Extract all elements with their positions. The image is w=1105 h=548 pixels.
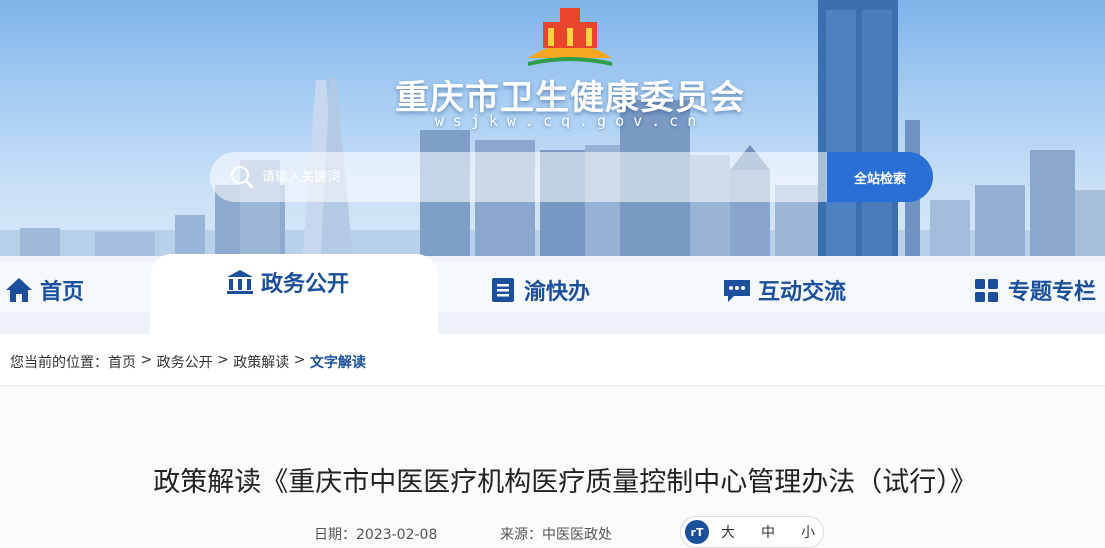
article-title: 政策解读《重庆市中医医疗机构医疗质量控制中心管理办法（试行）》 (153, 467, 977, 498)
article-date: 日期：2023-02-08 (314, 527, 438, 543)
home-icon (6, 278, 32, 302)
breadcrumb-separator: > (136, 352, 157, 368)
nav-item-gov-affairs[interactable]: 政务公开 (225, 260, 349, 304)
breadcrumb-item-policy-interpretation[interactable]: 政策解读 (233, 352, 289, 372)
breadcrumb-item-home[interactable]: 首页 (108, 352, 136, 372)
breadcrumb-item-text-interpretation[interactable]: 文字解读 (310, 352, 366, 372)
nav-item-interaction[interactable]: 互动交流 (722, 268, 846, 312)
font-size-switcher: rT 大 中 小 (680, 516, 824, 548)
chat-icon (724, 280, 750, 302)
font-size-medium-button[interactable]: 中 (761, 522, 775, 542)
search-button[interactable]: 全站检索 (827, 152, 933, 202)
nav-item-label: 互动交流 (758, 280, 847, 305)
breadcrumb: 您当前的位置： 首页 > 政务公开 > 政策解读 > 文字解读 (10, 352, 366, 372)
breadcrumb-item-gov-affairs[interactable]: 政务公开 (157, 352, 213, 372)
nav-item-home[interactable]: 首页 (4, 268, 84, 312)
font-size-large-button[interactable]: 大 (721, 522, 735, 542)
nav-item-yukuaiban[interactable]: 渝快办 (488, 268, 590, 312)
nav-item-label: 渝快办 (524, 280, 591, 305)
nav-item-special-topics[interactable]: 专题专栏 (972, 268, 1096, 312)
site-branding: 重庆市卫生健康委员会 wsjkw.cq.gov.cn (380, 0, 760, 140)
nav-item-label: 政务公开 (261, 272, 350, 297)
nav-item-label: 首页 (40, 280, 85, 305)
search-icon[interactable] (230, 165, 254, 189)
breadcrumb-prefix: 您当前的位置： (10, 355, 108, 371)
breadcrumb-separator: > (212, 352, 234, 368)
checklist-icon (492, 278, 514, 302)
nav-item-label: 专题专栏 (1008, 280, 1097, 305)
article-source: 来源：中医医政处 (500, 527, 612, 543)
breadcrumb-separator: > (289, 352, 310, 368)
site-domain: wsjkw.cq.gov.cn (434, 112, 706, 130)
building-icon (227, 270, 253, 294)
search-input[interactable] (262, 162, 802, 192)
font-size-icon: rT (685, 520, 709, 544)
grid-icon (975, 279, 998, 302)
font-size-small-button[interactable]: 小 (801, 522, 815, 542)
